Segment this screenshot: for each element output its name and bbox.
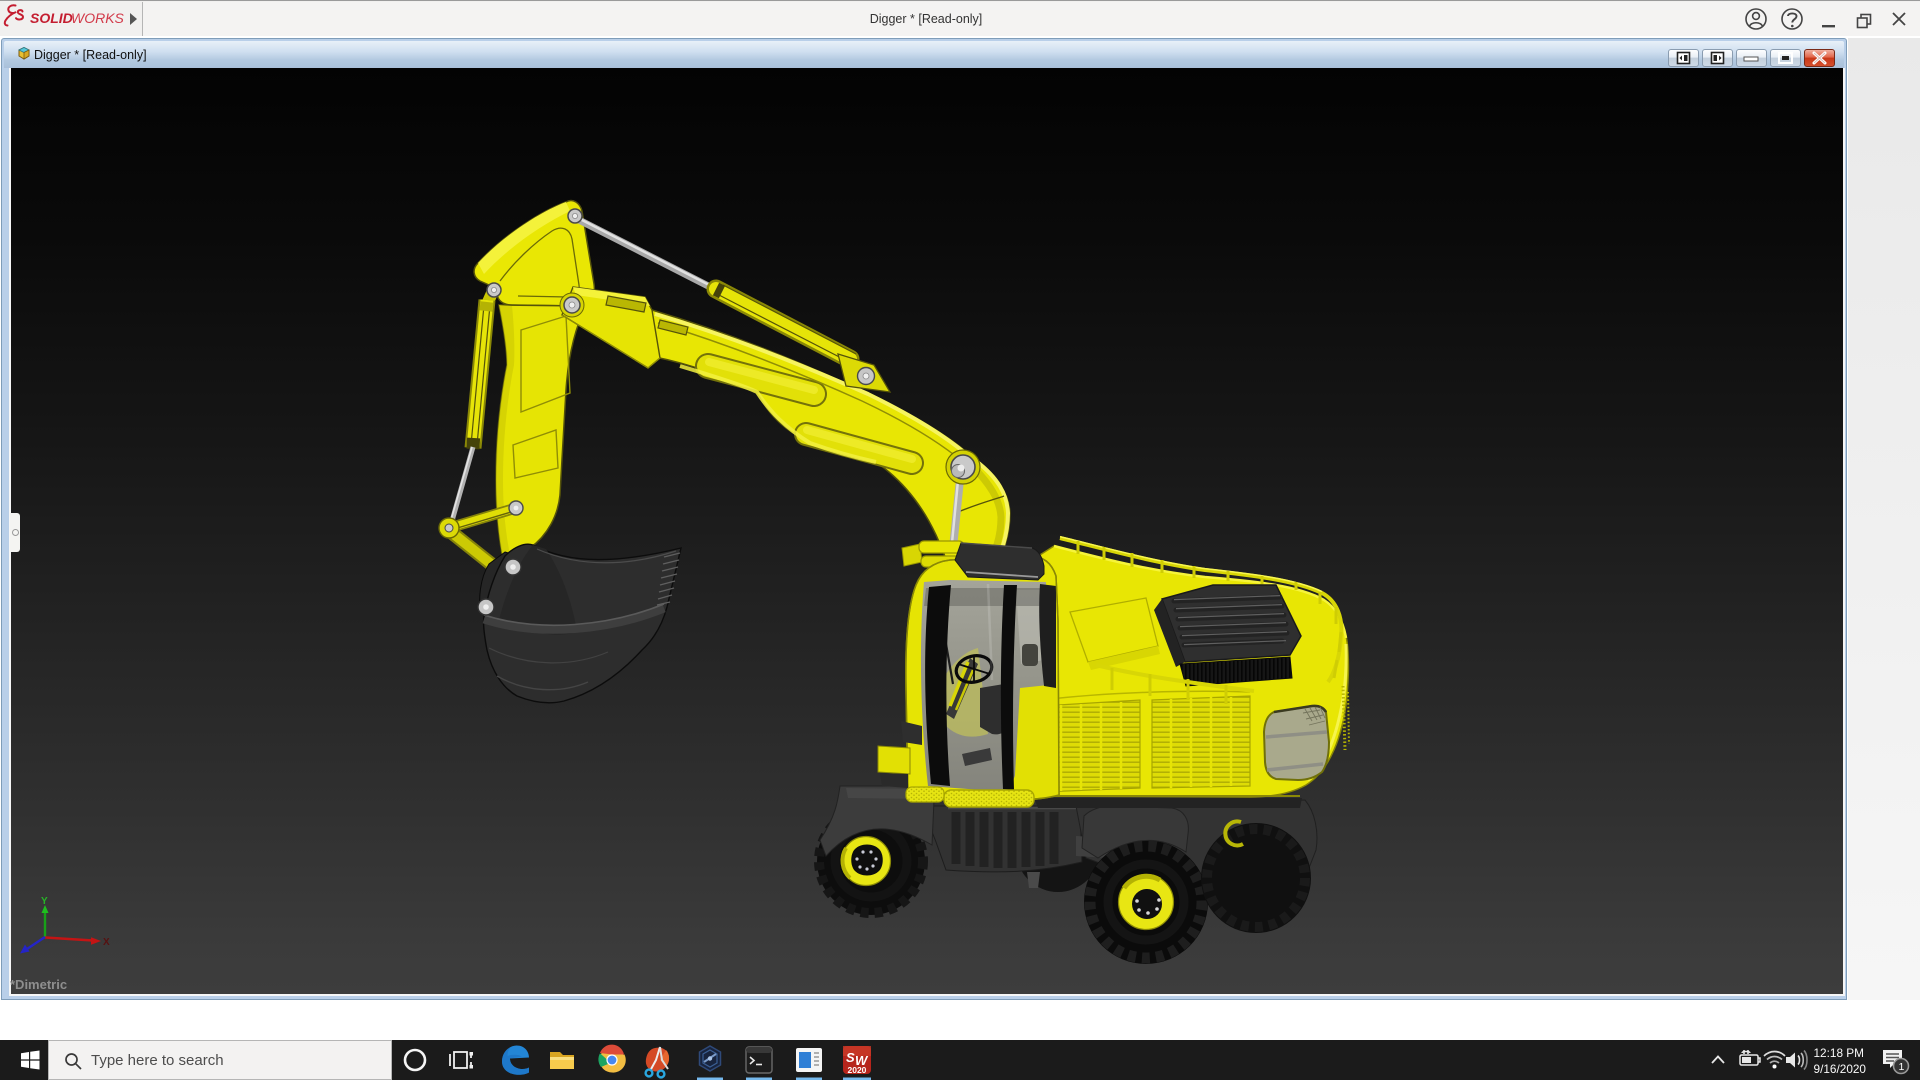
svg-text:*Dimetric: *Dimetric bbox=[10, 977, 67, 992]
svg-text:Y: Y bbox=[41, 896, 48, 907]
svg-text:2020: 2020 bbox=[848, 1065, 867, 1075]
svg-text:9/16/2020: 9/16/2020 bbox=[1814, 1062, 1867, 1076]
svg-text:X: X bbox=[103, 937, 110, 948]
svg-text:12:18 PM: 12:18 PM bbox=[1814, 1046, 1865, 1060]
svg-text:S: S bbox=[846, 1050, 855, 1065]
svg-text:1: 1 bbox=[1899, 1061, 1905, 1073]
